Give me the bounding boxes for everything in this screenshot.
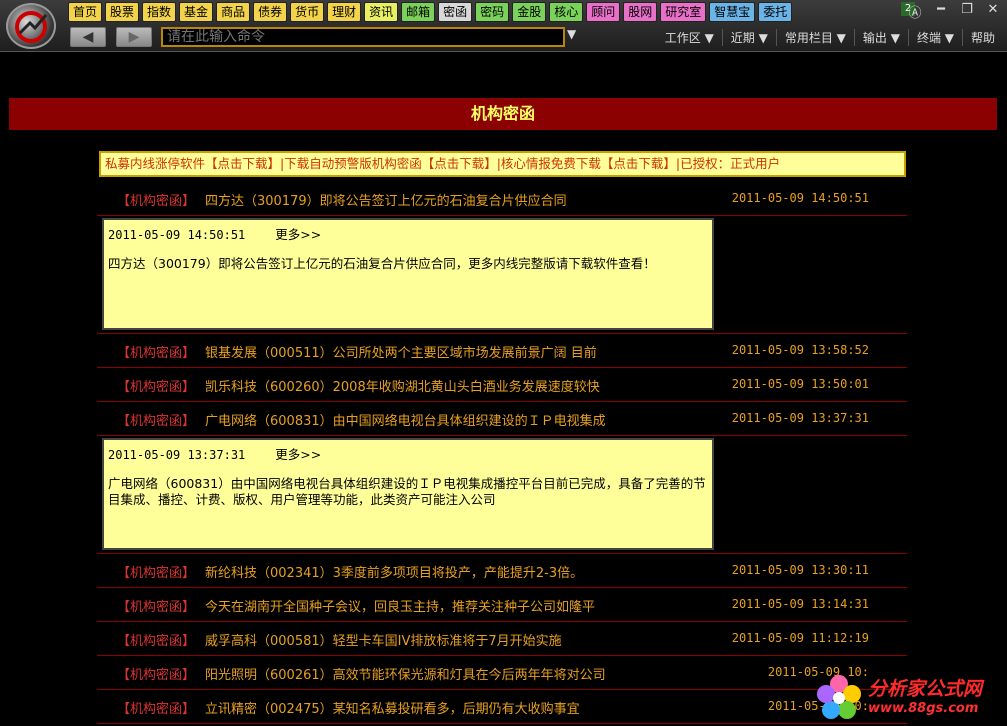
news-row[interactable]: 【机构密函】 威孚高科（000581）轻型卡车国IV排放标准将于7月开始实施 201… [97,622,907,656]
news-tag: 【机构密函】 [117,600,196,615]
news-detail-box: 2011-05-09 14:50:51 更多>> 四方达（300179）即将公告签… [102,218,714,330]
detail-timestamp: 2011-05-09 13:37:31 [108,448,246,462]
news-row[interactable]: 【机构密函】 立讯精密（002475）某知名私募投研看多，后期仍有大收购事宜 201… [97,690,907,724]
detail-header: 2011-05-09 13:37:31 更多>> [108,444,708,466]
window-controls: Ⓐ ━ ❐ ✕ [907,2,1001,21]
detail-body: 四方达（300179）即将公告签订上亿元的石油复合片供应合同，更多内线完整版请下… [108,256,656,271]
nav-button[interactable]: 顾问 [586,2,621,22]
news-headline-link[interactable]: 凯乐科技（600260）2008年收购湖北黄山头白酒业务发展速度较快 [205,376,600,395]
news-timestamp: 2011-05-09 13:58:52 [731,343,869,357]
news-timestamp: 2011-05-09 13:14:31 [731,597,869,611]
nav-button[interactable]: 货币 [290,2,325,22]
watermark-url: www.88gs.com [868,701,979,716]
nav-button[interactable]: 股票 [105,2,140,22]
nav-button[interactable]: 委托 [758,2,793,22]
detail-body: 广电网络（600831）由中国网络电视台具体组织建设的ＩＰ电视集成播控平台目前已… [108,476,706,507]
promo-banner[interactable]: 私募内线涨停软件【点击下载】|下载自动预警版机构密函【点击下载】|核心情报免费下… [99,151,906,177]
nav-button[interactable]: 研究室 [660,2,707,22]
watermark-title: 分析家公式网 [868,678,983,700]
news-tag: 【机构密函】 [117,668,196,683]
news-headline-link[interactable]: 威孚高科（000581）轻型卡车国IV排放标准将于7月开始实施 [205,630,562,649]
minimize-icon[interactable]: ━ [933,2,949,21]
nav-button[interactable]: 邮箱 [401,2,436,22]
news-row[interactable]: 【机构密函】 新纶科技（002341）3季度前多项项目将投产，产能提升2-3倍。 2… [97,554,907,588]
restore-icon[interactable]: ❐ [959,2,975,21]
nav-button[interactable]: 指数 [142,2,177,22]
detail-header: 2011-05-09 14:50:51 更多>> [108,224,708,246]
news-headline-link[interactable]: 银基发展（000511）公司所处两个主要区域市场发展前景广阔 目前 [205,342,597,361]
nav-button[interactable]: 基金 [179,2,214,22]
detail-timestamp: 2011-05-09 14:50:51 [108,228,246,242]
news-timestamp: 2011-05-09 11:12:19 [731,631,869,645]
news-row[interactable]: 【机构密函】 四方达（300179）即将公告签订上亿元的石油复合片供应合同 2011… [97,182,907,216]
menu-item[interactable]: 终端 ▼ [907,29,962,46]
news-headline-link[interactable]: 广电网络（600831）由中国网络电视台具体组织建设的ＩＰ电视集成 [205,410,606,429]
menu-item[interactable]: 输出 ▼ [853,29,908,46]
news-timestamp: 2011-05-09 13:50:01 [731,377,869,391]
logo-icon [15,11,48,43]
flower-logo-icon [817,675,861,719]
news-timestamp: 2011-05-09 13:37:31 [731,411,869,425]
nav-button[interactable]: 理财 [327,2,362,22]
arrow-right-icon: ▶ [128,29,140,45]
news-tag: 【机构密函】 [117,414,196,429]
news-headline-link[interactable]: 四方达（300179）即将公告签订上亿元的石油复合片供应合同 [205,190,567,209]
nav-button[interactable]: 核心 [549,2,584,22]
nav-button[interactable]: 密函 [438,2,473,22]
menu-item[interactable]: 常用栏目 ▼ [775,29,854,46]
main-nav: 首页 股票 指数 基金 商品 债券 货币 理财 资讯 邮箱 密函 密码 金股 核心 顾问 股网 研究室 智慧宝 委托 [68,2,793,22]
top-toolbar: 首页 股票 指数 基金 商品 债券 货币 理财 资讯 邮箱 密函 密码 金股 核心 顾问 股网 研究室 智慧宝 委托… [0,0,1007,52]
nav-button[interactable]: 资讯 [364,2,399,22]
news-row[interactable]: 【机构密函】 今天在湖南开全国种子会议，回良玉主持，推荐关注种子公司如隆平 2011… [97,588,907,622]
news-tag: 【机构密函】 [117,380,196,395]
menu-bar: 工作区 ▼ 近期 ▼ 常用栏目 ▼ 输出 ▼ 终端 ▼ 帮助 [657,29,1003,46]
nav-button[interactable]: 债券 [253,2,288,22]
news-timestamp: 2011-05-09 14:50:51 [731,191,869,205]
news-detail-wrap: 2011-05-09 14:50:51 更多>> 四方达（300179）即将公告签… [97,216,907,334]
menu-item[interactable]: 工作区 ▼ [657,29,722,46]
arrow-left-icon: ◀ [82,29,94,45]
menu-item[interactable]: 帮助 [961,29,1003,46]
news-tag: 【机构密函】 [117,346,196,361]
back-button[interactable]: ◀ [70,27,106,47]
news-detail-box: 2011-05-09 13:37:31 更多>> 广电网络（600831）由中国网络… [102,438,714,550]
nav-button[interactable]: 首页 [68,2,103,22]
news-detail-wrap: 2011-05-09 13:37:31 更多>> 广电网络（600831）由中国网络… [97,436,907,554]
news-tag: 【机构密函】 [117,194,196,209]
command-input[interactable] [161,27,565,47]
menu-item[interactable]: 近期 ▼ [721,29,776,46]
more-link[interactable]: 更多>> [275,227,321,242]
forward-button[interactable]: ▶ [116,27,152,47]
nav-button[interactable]: 智慧宝 [709,2,756,22]
settings-icon[interactable]: Ⓐ [907,2,923,21]
close-icon[interactable]: ✕ [985,2,1001,21]
news-headline-link[interactable]: 阳光照明（600261）高效节能环保光源和灯具在今后两年年将对公司 [205,664,606,683]
news-row[interactable]: 【机构密函】 广电网络（600831）由中国网络电视台具体组织建设的ＩＰ电视集成 2… [97,402,907,436]
news-row[interactable]: 【机构密函】 凯乐科技（600260）2008年收购湖北黄山头白酒业务发展速度较快… [97,368,907,402]
nav-button[interactable]: 密码 [475,2,510,22]
nav-button[interactable]: 股网 [623,2,658,22]
news-timestamp: 2011-05-09 13:30:11 [731,563,869,577]
news-headline-link[interactable]: 今天在湖南开全国种子会议，回良玉主持，推荐关注种子公司如隆平 [205,596,595,615]
more-link[interactable]: 更多>> [275,447,321,462]
news-row[interactable]: 【机构密函】 阳光照明（600261）高效节能环保光源和灯具在今后两年年将对公司 2… [97,656,907,690]
nav-button[interactable]: 商品 [216,2,251,22]
news-headline-link[interactable]: 新纶科技（002341）3季度前多项项目将投产，产能提升2-3倍。 [205,562,583,581]
news-tag: 【机构密函】 [117,566,196,581]
news-headline-link[interactable]: 立讯精密（002475）某知名私募投研看多，后期仍有大收购事宜 [205,698,580,717]
news-tag: 【机构密函】 [117,702,196,717]
app-logo[interactable] [6,3,56,49]
nav-button[interactable]: 金股 [512,2,547,22]
news-list: 【机构密函】 四方达（300179）即将公告签订上亿元的石油复合片供应合同 2011… [97,182,907,724]
news-row[interactable]: 【机构密函】 银基发展（000511）公司所处两个主要区域市场发展前景广阔 目前 2… [97,334,907,368]
site-watermark: 分析家公式网 www.88gs.com [808,668,1007,726]
page-title: 机构密函 [9,98,997,130]
news-tag: 【机构密函】 [117,634,196,649]
command-dropdown-icon[interactable]: ▼ [567,27,576,41]
